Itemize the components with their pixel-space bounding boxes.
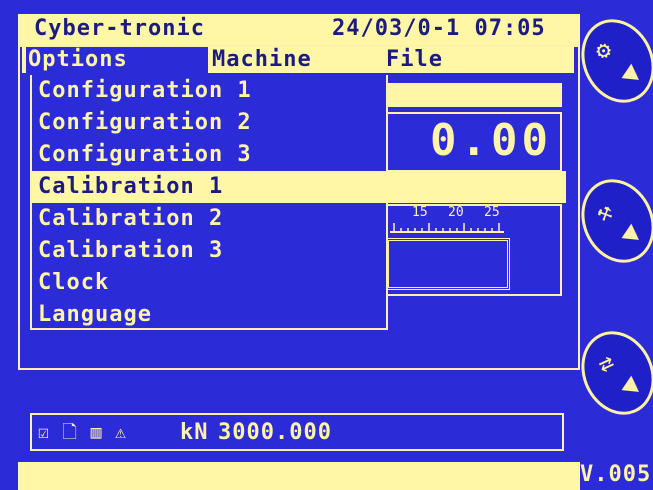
options-dropdown: Configuration 1 Configuration 2 Configur… [30, 75, 566, 331]
version-label: V.005 [580, 462, 652, 487]
scale-tick-labels: 15 20 25 [408, 205, 508, 221]
scale-tick-label: 25 [484, 205, 500, 220]
menu-item-configuration-3[interactable]: Configuration 3 [32, 139, 386, 171]
menu-options[interactable]: Options [28, 45, 128, 75]
checkbox-icon: ☑ [38, 422, 49, 443]
footer-bar [18, 462, 580, 490]
menu-item-configuration-1[interactable]: Configuration 1 [32, 75, 386, 107]
datetime: 24/03/0-1 07:05 [332, 16, 546, 41]
value-display: 0.00 [430, 115, 552, 166]
left-arrow-icon [617, 63, 639, 87]
menu-item-calibration-2[interactable]: Calibration 2 [32, 203, 386, 235]
scale-bar-frame [386, 238, 510, 290]
bar-field-top [386, 83, 562, 107]
left-arrow-icon [617, 223, 639, 247]
scale-tick-label: 15 [412, 205, 428, 220]
side-button-2[interactable]: ⚒ [568, 167, 653, 275]
menu-item-clock[interactable]: Clock [32, 267, 386, 299]
menu-item-configuration-2[interactable]: Configuration 2 [32, 107, 386, 139]
menu-item-calibration-3[interactable]: Calibration 3 [32, 235, 386, 267]
settings-document-icon: ⚙ [590, 34, 616, 66]
left-arrow-icon [617, 375, 639, 399]
app-name: Cyber-tronic [34, 16, 205, 41]
status-value: 3000.000 [218, 420, 332, 445]
tools-icon: ⚒ [591, 196, 617, 228]
menu-item-calibration-1[interactable]: Calibration 1 [32, 171, 566, 203]
document-icon: 🗋 [62, 422, 77, 443]
menu-machine[interactable]: Machine [212, 45, 312, 75]
scale-ruler [390, 223, 504, 233]
status-icons: ☑ 🗋 ▥ ⚠ [38, 420, 130, 446]
menu-file[interactable]: File [386, 45, 443, 75]
menu-item-language[interactable]: Language [32, 299, 386, 331]
alarm-icon: ⚠ [115, 422, 126, 443]
side-button-1[interactable]: ⚙ [568, 7, 653, 115]
scale-tick-label: 20 [448, 205, 464, 220]
memory-card-icon: ▥ [90, 422, 102, 443]
side-button-3[interactable]: ⇄ [568, 319, 653, 427]
file-transfer-icon: ⇄ [593, 347, 619, 379]
status-unit: kN [180, 420, 209, 445]
